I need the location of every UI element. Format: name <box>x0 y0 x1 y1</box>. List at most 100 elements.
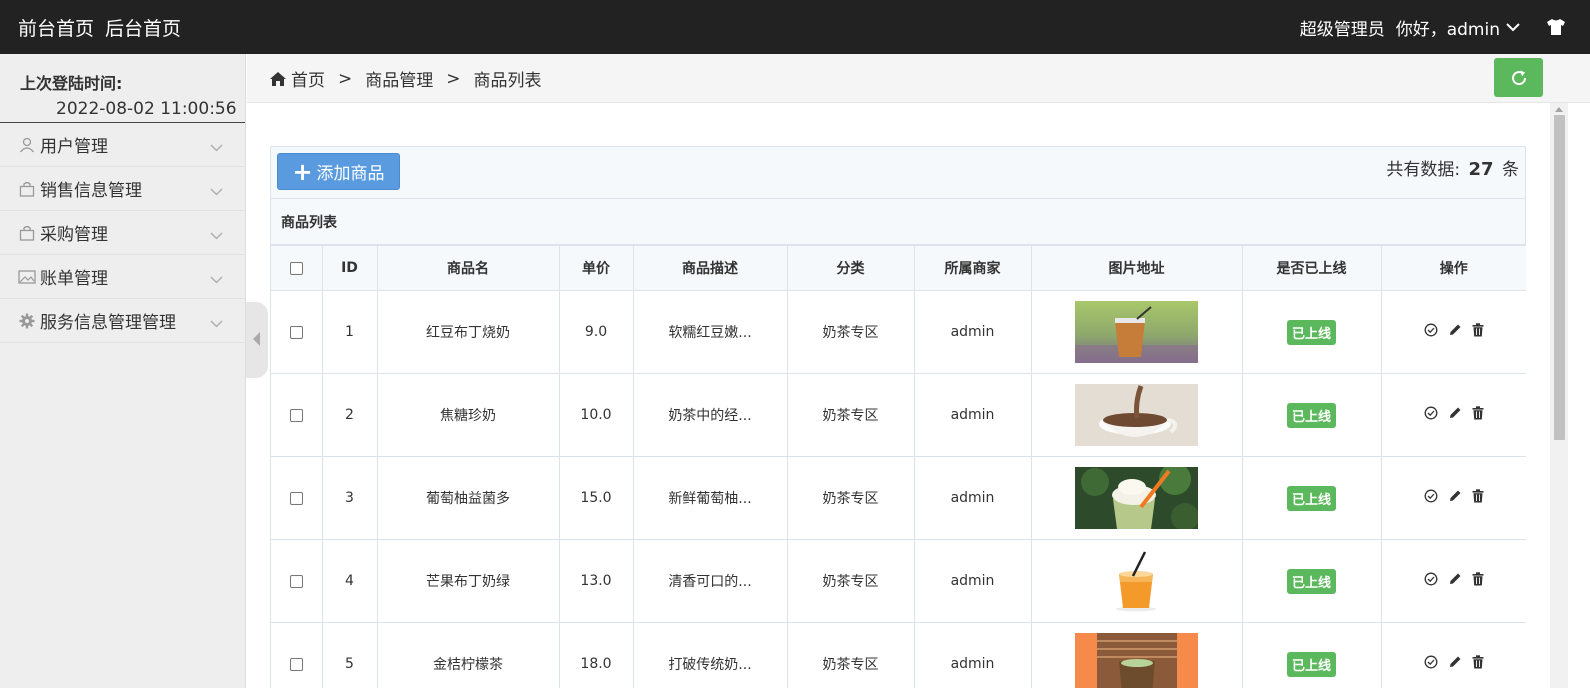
cell-actions <box>1380 290 1526 374</box>
breadcrumb-bar: 首页 > 商品管理 > 商品列表 <box>247 54 1590 103</box>
cell-status: 已上线 <box>1241 373 1382 457</box>
refresh-button[interactable] <box>1494 58 1543 97</box>
product-image-matcha-cream <box>1075 467 1198 529</box>
cell-image <box>1030 539 1243 623</box>
chevron-down-icon[interactable] <box>1506 22 1520 32</box>
count-value: 27 <box>1468 159 1494 180</box>
count-suffix: 条 <box>1502 160 1519 180</box>
header-merchant: 所属商家 <box>913 245 1032 291</box>
row-select <box>271 539 323 623</box>
row-checkbox[interactable] <box>289 325 303 339</box>
row-actions <box>1424 323 1484 337</box>
cell-category: 奶茶专区 <box>786 373 915 457</box>
goods-panel: + 添加商品 共有数据: 27 条 商品列表 ID 商品名 单价 商品描述 分类… <box>270 146 1526 688</box>
sidebar-collapse-toggle[interactable] <box>246 302 268 378</box>
cell-category: 奶茶专区 <box>786 622 915 688</box>
select-all-checkbox[interactable] <box>289 261 303 275</box>
check-circle-icon[interactable] <box>1424 323 1438 337</box>
row-actions <box>1424 489 1484 503</box>
status-badge: 已上线 <box>1286 402 1336 428</box>
check-circle-icon[interactable] <box>1424 572 1438 586</box>
sidebar-item-purchase[interactable]: 采购管理 <box>0 211 245 255</box>
breadcrumb-level1[interactable]: 商品管理 <box>365 66 433 91</box>
cell-actions <box>1380 456 1526 540</box>
row-actions <box>1424 655 1484 669</box>
cell-price: 10.0 <box>558 373 634 457</box>
cell-actions <box>1380 539 1526 623</box>
cell-status: 已上线 <box>1241 456 1382 540</box>
trash-icon[interactable] <box>1472 489 1484 503</box>
trash-icon[interactable] <box>1472 323 1484 337</box>
header-actions: 操作 <box>1380 245 1526 291</box>
table-row: 5 金桔柠檬茶 18.0 打破传统奶... 奶茶专区 admin 已上线 <box>271 622 1526 688</box>
add-goods-label: 添加商品 <box>316 164 385 184</box>
edit-pencil-icon[interactable] <box>1448 489 1462 503</box>
scrollbar-thumb[interactable] <box>1554 115 1565 440</box>
breadcrumb-current: 商品列表 <box>473 71 542 91</box>
sidebar-item-billing[interactable]: 账单管理 <box>0 255 245 299</box>
status-badge: 已上线 <box>1286 485 1336 511</box>
sidebar-item-label: 用户管理 <box>40 137 108 157</box>
header-status: 是否已上线 <box>1241 245 1382 291</box>
cell-name: 芒果布丁奶绿 <box>376 539 560 623</box>
cell-image <box>1030 373 1243 457</box>
row-checkbox[interactable] <box>289 491 303 505</box>
row-select <box>271 622 323 688</box>
login-title: 上次登陆时间: <box>20 74 123 93</box>
breadcrumb-separator: > <box>338 68 353 89</box>
trash-icon[interactable] <box>1472 406 1484 420</box>
gear-icon <box>18 312 36 330</box>
header-desc: 商品描述 <box>632 245 788 291</box>
status-badge: 已上线 <box>1286 319 1336 345</box>
tshirt-icon[interactable] <box>1546 18 1566 36</box>
cell-price: 9.0 <box>558 290 634 374</box>
trash-icon[interactable] <box>1472 572 1484 586</box>
header-name: 商品名 <box>376 245 560 291</box>
user-greeting[interactable]: 你好，admin <box>1396 15 1500 40</box>
edit-pencil-icon[interactable] <box>1448 323 1462 337</box>
row-select <box>271 373 323 457</box>
vertical-scrollbar[interactable] <box>1550 103 1568 688</box>
check-circle-icon[interactable] <box>1424 489 1438 503</box>
check-circle-icon[interactable] <box>1424 406 1438 420</box>
cell-category: 奶茶专区 <box>786 456 915 540</box>
trash-icon[interactable] <box>1472 655 1484 669</box>
bag-icon <box>18 180 36 198</box>
breadcrumb-home[interactable]: 首页 <box>291 66 325 91</box>
sidebar-item-sales[interactable]: 销售信息管理 <box>0 167 245 211</box>
breadcrumb: 首页 > 商品管理 > 商品列表 <box>270 54 542 103</box>
sidebar-item-label: 采购管理 <box>40 225 108 245</box>
row-checkbox[interactable] <box>289 657 303 671</box>
nav-frontend-home[interactable]: 前台首页 <box>18 14 94 41</box>
edit-pencil-icon[interactable] <box>1448 406 1462 420</box>
user-area: 超级管理员 你好，admin <box>1300 0 1566 54</box>
chevron-down-icon <box>210 313 223 333</box>
edit-pencil-icon[interactable] <box>1448 572 1462 586</box>
product-image-kumquat-tea <box>1075 633 1198 688</box>
top-navbar: 前台首页 后台首页 超级管理员 你好，admin <box>0 0 1590 54</box>
row-checkbox[interactable] <box>289 408 303 422</box>
scroll-up-arrow[interactable] <box>1550 103 1568 115</box>
row-actions <box>1424 572 1484 586</box>
cell-name: 红豆布丁烧奶 <box>376 290 560 374</box>
refresh-icon <box>1510 69 1528 87</box>
cell-name: 金桔柠檬茶 <box>376 622 560 688</box>
header-image: 图片地址 <box>1030 245 1243 291</box>
edit-pencil-icon[interactable] <box>1448 655 1462 669</box>
plus-icon: + <box>292 157 313 186</box>
table-row: 2 焦糖珍奶 10.0 奶茶中的经... 奶茶专区 admin 已上线 <box>271 373 1526 457</box>
chevron-down-icon <box>210 269 223 289</box>
nav-backend-home[interactable]: 后台首页 <box>105 14 181 41</box>
sidebar-item-service[interactable]: 服务信息管理管理 <box>0 299 245 343</box>
check-circle-icon[interactable] <box>1424 655 1438 669</box>
table-row: 4 芒果布丁奶绿 13.0 清香可口的... 奶茶专区 admin 已上线 <box>271 539 1526 623</box>
cell-desc: 清香可口的... <box>632 539 788 623</box>
product-image-orange-drink <box>1075 550 1198 612</box>
cell-desc: 奶茶中的经... <box>632 373 788 457</box>
sidebar-item-user-management[interactable]: 用户管理 <box>0 123 245 167</box>
row-checkbox[interactable] <box>289 574 303 588</box>
header-category: 分类 <box>786 245 915 291</box>
cell-actions <box>1380 622 1526 688</box>
add-goods-button[interactable]: + 添加商品 <box>277 153 400 190</box>
cell-image <box>1030 290 1243 374</box>
